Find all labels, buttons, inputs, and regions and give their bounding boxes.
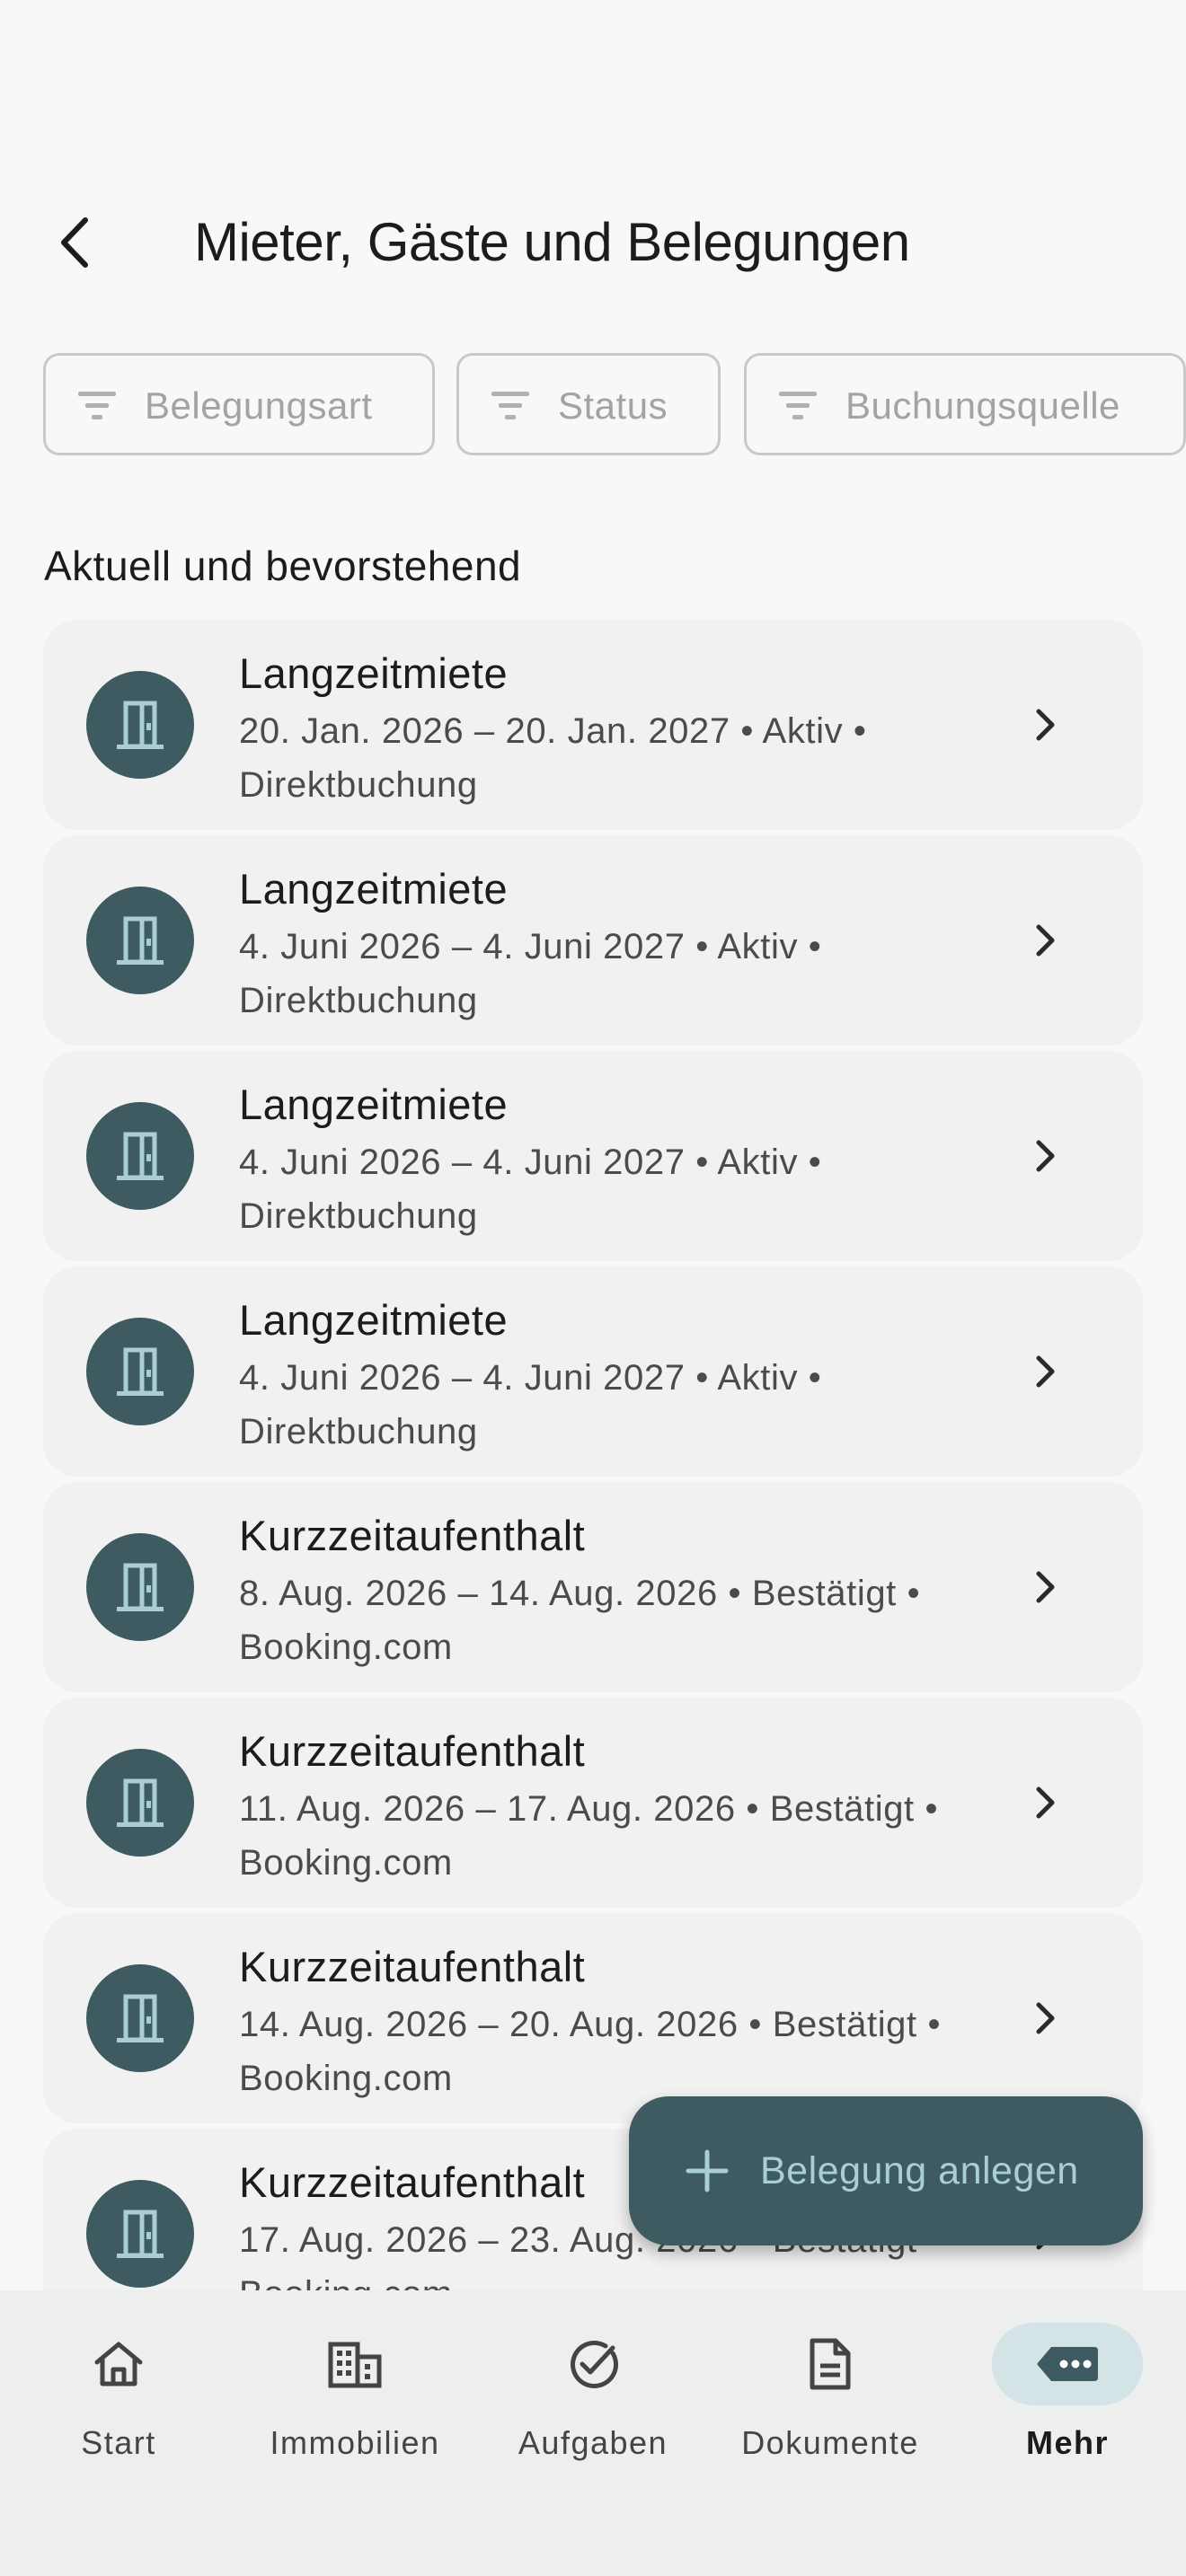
filter-chip-row: Belegungsart Status Buchungsquelle: [43, 353, 1186, 455]
filter-chip-buchungsquelle[interactable]: Buchungsquelle: [744, 353, 1186, 455]
app-screen: Mieter, Gäste und Belegungen Belegungsar…: [0, 0, 1186, 2576]
nav-label: Mehr: [1025, 2424, 1109, 2461]
filter-icon: [491, 392, 529, 419]
door-avatar: [86, 1533, 194, 1641]
door-icon: [117, 701, 164, 749]
chevron-right-icon: [1036, 709, 1055, 741]
chevron-right-icon: [1036, 2002, 1055, 2034]
nav-item-immobilien[interactable]: Immobilien: [247, 2323, 463, 2466]
back-button[interactable]: [40, 202, 111, 283]
occupancy-list: Langzeitmiete 20. Jan. 2026 – 20. Jan. 2…: [43, 620, 1143, 2290]
chevron-right-icon: [1036, 1140, 1055, 1172]
door-avatar: [86, 671, 194, 779]
door-icon: [117, 1563, 164, 1611]
nav-icon-container: [992, 2323, 1143, 2405]
door-avatar: [86, 887, 194, 994]
filter-chip-label: Status: [558, 384, 668, 427]
filter-icon: [779, 392, 817, 419]
section-title: Aktuell und bevorstehend: [44, 543, 522, 589]
filter-icon: [78, 392, 116, 419]
item-subtitle: 4. Juni 2026 – 4. Juni 2027 • Aktiv • Di…: [239, 1142, 822, 1236]
chevron-right-icon: [1036, 1571, 1055, 1603]
item-title: Langzeitmiete: [239, 1296, 509, 1344]
item-subtitle: 8. Aug. 2026 – 14. Aug. 2026 • Bestätigt…: [239, 1574, 921, 1667]
back-arrow-icon: [61, 217, 88, 268]
item-title: Kurzzeitaufenthalt: [239, 1727, 586, 1775]
nav-label: Start: [81, 2424, 156, 2461]
nav-item-aufgaben[interactable]: Aufgaben: [485, 2323, 701, 2466]
page-title: Mieter, Gäste und Belegungen: [194, 212, 910, 272]
more-icon: [1037, 2347, 1098, 2381]
nav-icon-container: [279, 2323, 430, 2405]
door-avatar: [86, 2180, 194, 2288]
add-occupancy-button[interactable]: Belegung anlegen: [629, 2096, 1143, 2245]
building-icon: [328, 2342, 382, 2388]
nav-icon-container: [518, 2323, 668, 2405]
item-title: Langzeitmiete: [239, 649, 509, 697]
nav-label: Aufgaben: [518, 2424, 668, 2461]
chevron-right-icon: [1036, 1355, 1055, 1388]
home-icon: [94, 2342, 143, 2386]
nav-label: Immobilien: [270, 2424, 440, 2461]
door-icon: [117, 1778, 164, 1827]
nav-item-dokumente[interactable]: Dokumente: [722, 2323, 938, 2466]
door-icon: [117, 2210, 164, 2258]
item-title: Langzeitmiete: [239, 1081, 509, 1128]
nav-icon-container: [755, 2323, 906, 2405]
item-title: Kurzzeitaufenthalt: [239, 1943, 586, 1990]
nav-item-start[interactable]: Start: [11, 2323, 226, 2466]
list-item[interactable]: Langzeitmiete 20. Jan. 2026 – 20. Jan. 2…: [43, 620, 1143, 830]
door-avatar: [86, 1749, 194, 1857]
plus-icon: [686, 2149, 729, 2192]
check-circle-icon: [571, 2341, 618, 2388]
item-title: Langzeitmiete: [239, 865, 509, 913]
item-subtitle: 20. Jan. 2026 – 20. Jan. 2027 • Aktiv • …: [239, 711, 867, 805]
door-icon: [117, 1347, 164, 1396]
filter-chip-status[interactable]: Status: [456, 353, 721, 455]
item-title: Kurzzeitaufenthalt: [239, 2158, 586, 2206]
filter-chip-label: Buchungsquelle: [845, 384, 1120, 427]
door-avatar: [86, 1318, 194, 1425]
list-item[interactable]: Langzeitmiete 4. Juni 2026 – 4. Juni 202…: [43, 1266, 1143, 1477]
item-subtitle: 11. Aug. 2026 – 17. Aug. 2026 • Bestätig…: [239, 1789, 939, 1883]
item-subtitle: 4. Juni 2026 – 4. Juni 2027 • Aktiv • Di…: [239, 927, 822, 1020]
chevron-right-icon: [1036, 924, 1055, 957]
add-occupancy-label: Belegung anlegen: [760, 2149, 1079, 2192]
door-avatar: [86, 1102, 194, 1210]
nav-icon-container: [43, 2323, 194, 2405]
nav-item-mehr[interactable]: Mehr: [960, 2323, 1175, 2466]
door-icon: [117, 1132, 164, 1180]
filter-chip-belegungsart[interactable]: Belegungsart: [43, 353, 435, 455]
item-title: Kurzzeitaufenthalt: [239, 1512, 586, 1559]
document-icon: [810, 2338, 851, 2390]
list-item[interactable]: Langzeitmiete 4. Juni 2026 – 4. Juni 202…: [43, 1051, 1143, 1261]
item-subtitle: 14. Aug. 2026 – 20. Aug. 2026 • Bestätig…: [239, 2005, 942, 2098]
chevron-right-icon: [1036, 1786, 1055, 1819]
top-app-bar: Mieter, Gäste und Belegungen: [0, 180, 1186, 305]
bottom-navigation: Start Immobilien Aufgaben Dokumente Mehr: [0, 2290, 1186, 2576]
filter-chip-label: Belegungsart: [145, 384, 373, 427]
door-avatar: [86, 1964, 194, 2072]
list-item[interactable]: Langzeitmiete 4. Juni 2026 – 4. Juni 202…: [43, 835, 1143, 1045]
list-item[interactable]: Kurzzeitaufenthalt 14. Aug. 2026 – 20. A…: [43, 1913, 1143, 2123]
item-subtitle: 4. Juni 2026 – 4. Juni 2027 • Aktiv • Di…: [239, 1358, 822, 1451]
nav-label: Dokumente: [741, 2424, 919, 2461]
door-icon: [117, 916, 164, 965]
list-item[interactable]: Kurzzeitaufenthalt 8. Aug. 2026 – 14. Au…: [43, 1482, 1143, 1692]
door-icon: [117, 1994, 164, 2042]
list-item[interactable]: Kurzzeitaufenthalt 11. Aug. 2026 – 17. A…: [43, 1698, 1143, 1908]
